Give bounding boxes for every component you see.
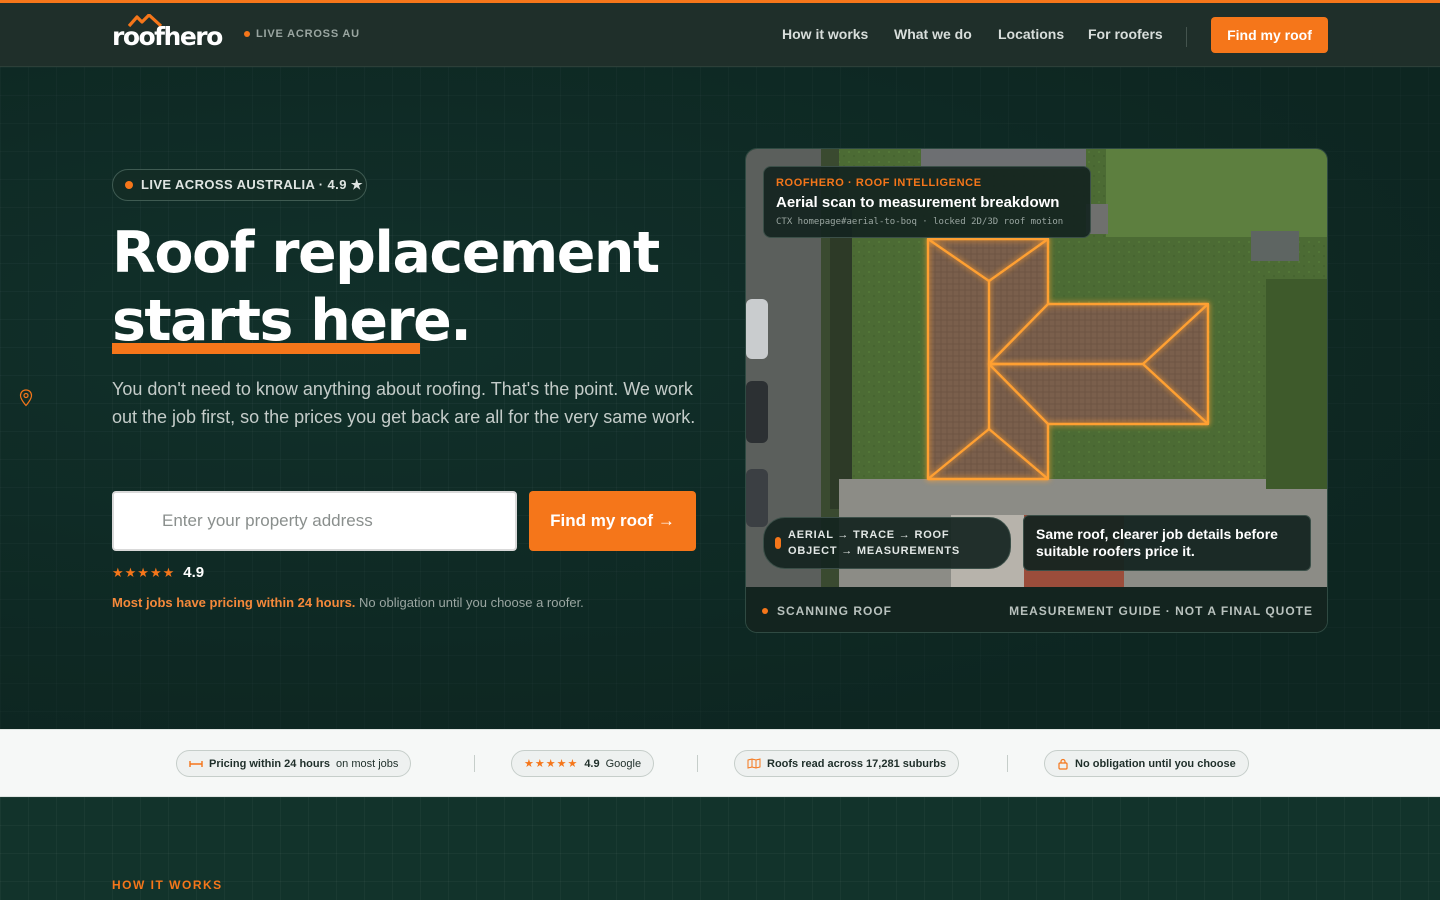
roofhero-logo[interactable]: roofhero <box>112 14 234 56</box>
scan-code: CTX homepage#aerial-to-boq · locked 2D/3… <box>776 217 1064 227</box>
scan-kicker: ROOFHERO · ROOF INTELLIGENCE <box>776 177 982 189</box>
nav-how-it-works[interactable]: How it works <box>782 26 868 42</box>
nav-what-we-do[interactable]: What we do <box>894 26 972 42</box>
trust-chip-pricing: Pricing within 24 hours on most jobs <box>176 750 412 777</box>
trust-chip-obligation: No obligation until you choose <box>1044 750 1249 777</box>
scan-status-label: SCANNING ROOF <box>777 604 892 618</box>
address-input[interactable]: Enter your property address <box>112 491 517 551</box>
nav-divider <box>1186 27 1187 47</box>
trust-rating-source: Google <box>605 757 642 770</box>
scan-title: Aerial scan to measurement breakdown <box>776 194 1060 211</box>
trust-obligation-label: No obligation until you choose <box>1075 757 1236 770</box>
nav-locations[interactable]: Locations <box>998 26 1064 42</box>
lock-icon <box>1058 758 1068 770</box>
hero-subtext: You don't need to know anything about ro… <box>112 379 696 427</box>
pricing-note: Most jobs have pricing within 24 hours. … <box>112 595 584 610</box>
trust-separator <box>1007 755 1008 772</box>
trust-rating-value: 4.9 <box>584 757 600 770</box>
hero-section: LIVE ACROSS AUSTRALIA · 4.9 ★ Roof repla… <box>0 67 1440 729</box>
measurement-disclaimer: MEASUREMENT GUIDE · NOT A FINAL QUOTE <box>1009 604 1313 618</box>
scan-note: Same roof, clearer job details before su… <box>1023 515 1311 571</box>
trust-chip-rating: ★★★★★ 4.9 Google <box>511 750 655 777</box>
badge-dot-icon <box>125 181 133 189</box>
live-dot-icon <box>244 31 250 37</box>
find-my-roof-button[interactable]: Find my roof → <box>529 491 696 551</box>
trust-separator <box>697 755 698 772</box>
logo-text: roofhero <box>112 22 223 51</box>
trust-separator <box>474 755 475 772</box>
pricing-note-highlight: Most jobs have pricing within 24 hours. <box>112 595 356 610</box>
trust-pricing-bold: Pricing within 24 hours <box>209 757 331 770</box>
flow-dot-icon <box>775 537 781 549</box>
pricing-note-rest: No obligation until you choose a roofer. <box>355 595 584 610</box>
status-dot-icon <box>762 608 768 614</box>
flow-line2: OBJECT → MEASUREMENTS <box>788 545 961 557</box>
headline-line2: starts here. <box>112 288 472 354</box>
header-find-my-roof-button[interactable]: Find my roof <box>1211 17 1328 53</box>
how-it-works-label: HOW IT WORKS <box>112 878 223 892</box>
site-header: roofhero LIVE ACROSS AU How it works Wha… <box>0 3 1440 67</box>
rating-stars-icon: ★★★★★ <box>112 564 176 580</box>
address-placeholder: Enter your property address <box>162 511 373 530</box>
live-tag-label: LIVE ACROSS AU <box>256 28 360 40</box>
google-stars-icon: ★★★★★ <box>524 758 579 770</box>
how-it-works-section: HOW IT WORKS <box>0 797 1440 900</box>
flow-line1: AERIAL → TRACE → ROOF <box>788 529 950 541</box>
live-tag: LIVE ACROSS AU <box>244 28 360 40</box>
trust-chip-suburbs: Roofs read across 17,281 suburbs <box>734 750 960 777</box>
scan-flow-pill: AERIAL → TRACE → ROOF OBJECT → MEASUREME… <box>763 517 1011 569</box>
map-pin-icon[interactable] <box>19 389 33 407</box>
trust-suburbs-label: Roofs read across 17,281 suburbs <box>767 757 947 770</box>
trust-pricing-rest: on most jobs <box>336 757 399 770</box>
card-footer: SCANNING ROOF MEASUREMENT GUIDE · NOT A … <box>746 587 1327 632</box>
hero-badge: LIVE ACROSS AUSTRALIA · 4.9 ★ <box>112 169 367 201</box>
scan-status: SCANNING ROOF <box>762 604 892 618</box>
rating-value: 4.9 <box>183 564 205 581</box>
pricing-icon <box>189 760 203 767</box>
rating: ★★★★★ 4.9 <box>112 564 204 581</box>
trust-bar: Pricing within 24 hours on most jobs ★★★… <box>0 729 1440 797</box>
scan-info-overlay: ROOFHERO · ROOF INTELLIGENCE Aerial scan… <box>763 166 1091 238</box>
map-icon <box>747 758 761 769</box>
hero-badge-label: LIVE ACROSS AUSTRALIA · 4.9 ★ <box>141 177 363 192</box>
headline-line1: Roof replacement <box>112 220 660 286</box>
aerial-scan-card: ROOFHERO · ROOF INTELLIGENCE Aerial scan… <box>745 148 1328 633</box>
nav-for-roofers[interactable]: For roofers <box>1088 26 1163 42</box>
hero-headline: Roof replacement starts here. <box>112 219 660 355</box>
